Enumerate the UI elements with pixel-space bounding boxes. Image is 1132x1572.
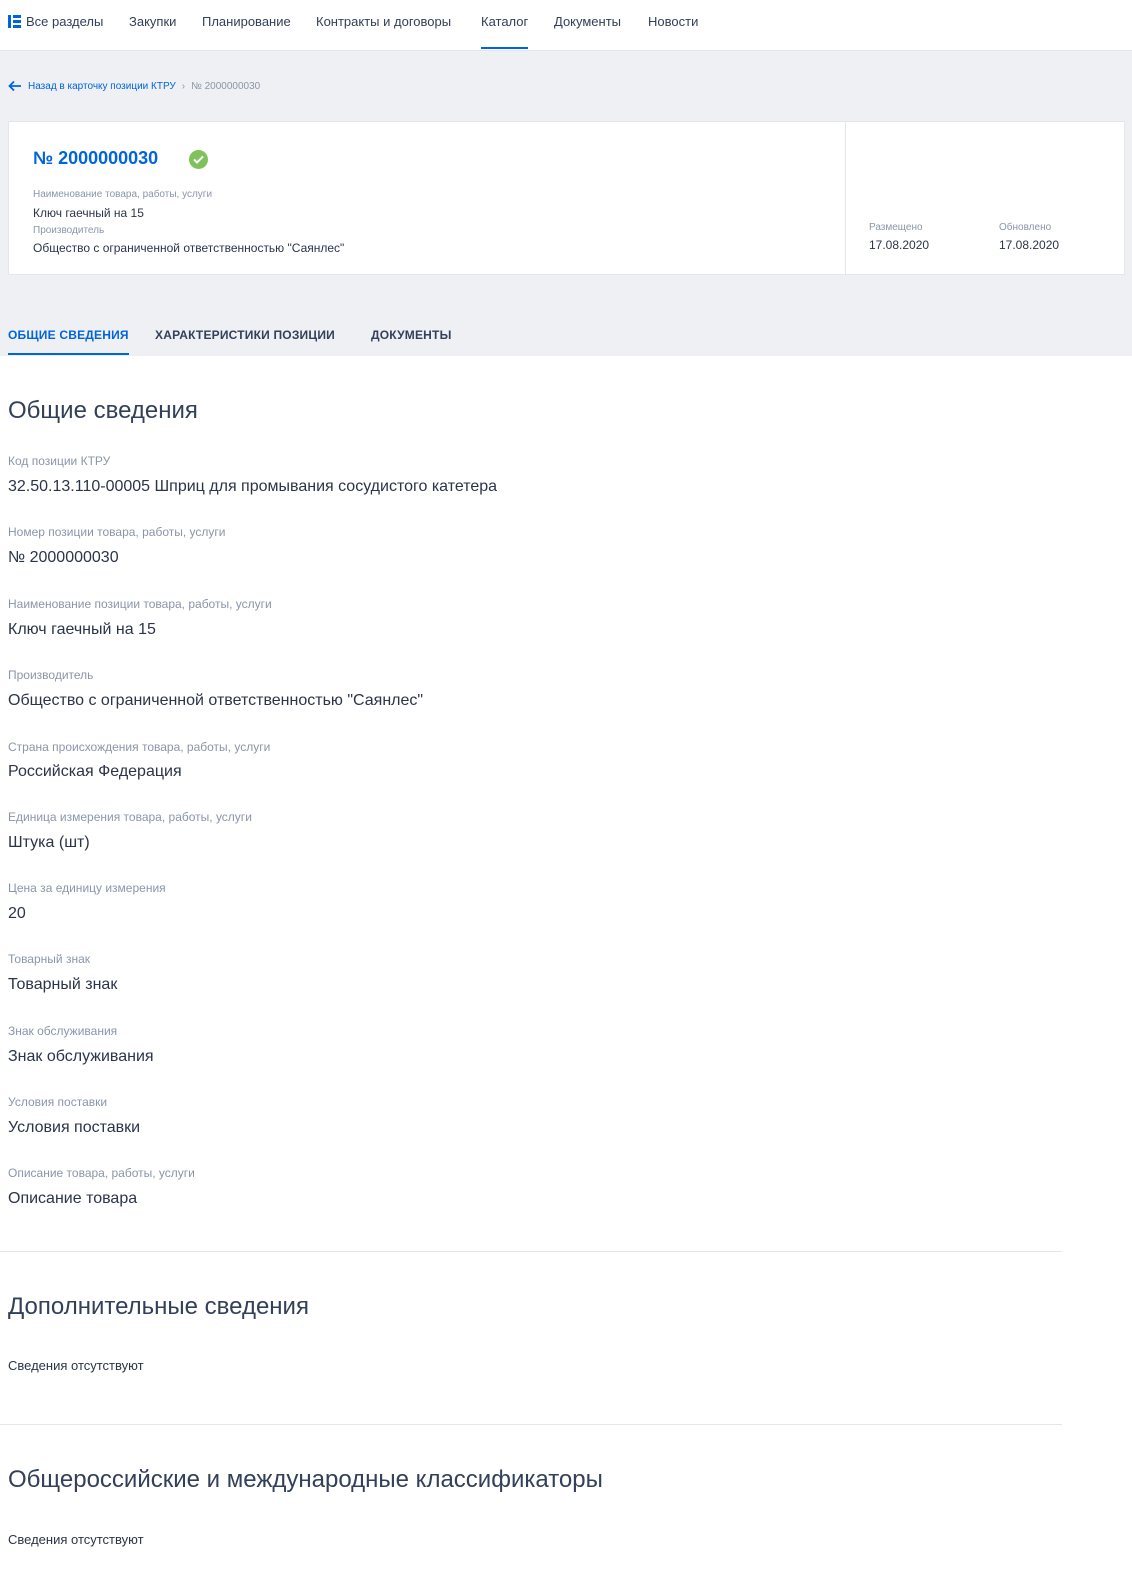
nav-item-purchases[interactable]: Закупки [129, 14, 176, 29]
nav-item-catalog[interactable]: Каталог [481, 14, 529, 49]
section-title-general: Общие сведения [8, 397, 198, 424]
tab-general[interactable]: ОБЩИЕ СВЕДЕНИЯ [8, 328, 129, 355]
field-label-delivery-terms: Условия поставки [8, 1095, 108, 1109]
placed-date: 17.08.2020 [869, 238, 930, 252]
section-divider [0, 1424, 1062, 1425]
field-value-service-mark: Знак обслуживания [8, 1048, 154, 1065]
name-label: Наименование товара, работы, услуги [33, 189, 213, 200]
back-link[interactable]: Назад в карточку позиции КТРУ [28, 81, 176, 92]
nav-item-contracts[interactable]: Контракты и договоры [316, 14, 451, 29]
field-value-description: Описание товара [8, 1190, 138, 1207]
position-card: № 2000000030 Наименование товара, работы… [8, 121, 1125, 275]
nav-item-all-sections[interactable]: Все разделы [8, 14, 103, 29]
tab-documents[interactable]: ДОКУМЕНТЫ [371, 328, 452, 342]
card-divider [845, 122, 846, 274]
section-title-classifiers: Общероссийские и международные классифик… [8, 1466, 603, 1493]
position-number: № 2000000030 [33, 148, 159, 168]
breadcrumb: Назад в карточку позиции КТРУ › № 20000000… [8, 80, 260, 92]
classifiers-empty-text: Сведения отсутствуют [8, 1532, 144, 1547]
name-value: Ключ гаечный на 15 [33, 206, 144, 220]
field-value-trademark: Товарный знак [8, 976, 118, 993]
tab-bar: ОБЩИЕ СВЕДЕНИЯ ХАРАКТЕРИСТИКИ ПОЗИЦИИ ДО… [0, 318, 600, 356]
section-title-additional: Дополнительные сведения [8, 1293, 309, 1320]
field-label-position-number: Номер позиции товара, работы, услуги [8, 525, 226, 539]
maker-value: Общество с ограниченной ответственностью… [33, 241, 345, 255]
additional-empty-text: Сведения отсутствуют [8, 1358, 144, 1373]
sections-icon [8, 15, 21, 28]
nav-item-news[interactable]: Новости [648, 14, 698, 29]
breadcrumb-separator: › [181, 81, 186, 92]
updated-date: 17.08.2020 [999, 238, 1060, 252]
field-label-trademark: Товарный знак [8, 952, 90, 966]
field-value-country: Российская Федерация [8, 763, 182, 780]
field-value-ktru-code: 32.50.13.110-00005 Шприц для промывания … [8, 478, 498, 495]
placed-label: Размещено [869, 222, 923, 233]
updated-label: Обновлено [999, 222, 1052, 233]
field-label-price: Цена за единицу измерения [8, 881, 166, 895]
field-value-position-number: № 2000000030 [8, 549, 119, 566]
field-label-position-name: Наименование позиции товара, работы, усл… [8, 597, 272, 611]
maker-label: Производитель [33, 225, 105, 236]
nav-item-documents[interactable]: Документы [554, 14, 621, 29]
nav-item-planning[interactable]: Планирование [202, 14, 291, 29]
field-value-manufacturer: Общество с ограниченной ответственностью… [8, 692, 424, 709]
field-label-country: Страна происхождения товара, работы, усл… [8, 740, 271, 754]
field-value-unit: Штука (шт) [8, 834, 90, 851]
check-circle-icon [189, 150, 208, 169]
field-value-position-name: Ключ гаечный на 15 [8, 621, 156, 638]
nav-item-label: Все разделы [26, 14, 104, 29]
arrow-left-icon[interactable] [8, 80, 22, 92]
field-label-ktru-code: Код позиции КТРУ [8, 454, 111, 468]
breadcrumb-current: № 2000000030 [191, 81, 261, 92]
field-label-unit: Единица измерения товара, работы, услуги [8, 810, 252, 824]
field-value-price: 20 [8, 905, 26, 922]
field-label-service-mark: Знак обслуживания [8, 1024, 118, 1038]
field-label-description: Описание товара, работы, услуги [8, 1166, 195, 1180]
top-navigation: Все разделы Закупки Планирование Контрак… [0, 0, 1132, 51]
field-value-delivery-terms: Условия поставки [8, 1119, 141, 1136]
tab-characteristics[interactable]: ХАРАКТЕРИСТИКИ ПОЗИЦИИ [155, 328, 335, 342]
field-label-manufacturer: Производитель [8, 668, 94, 682]
section-divider [0, 1251, 1062, 1252]
